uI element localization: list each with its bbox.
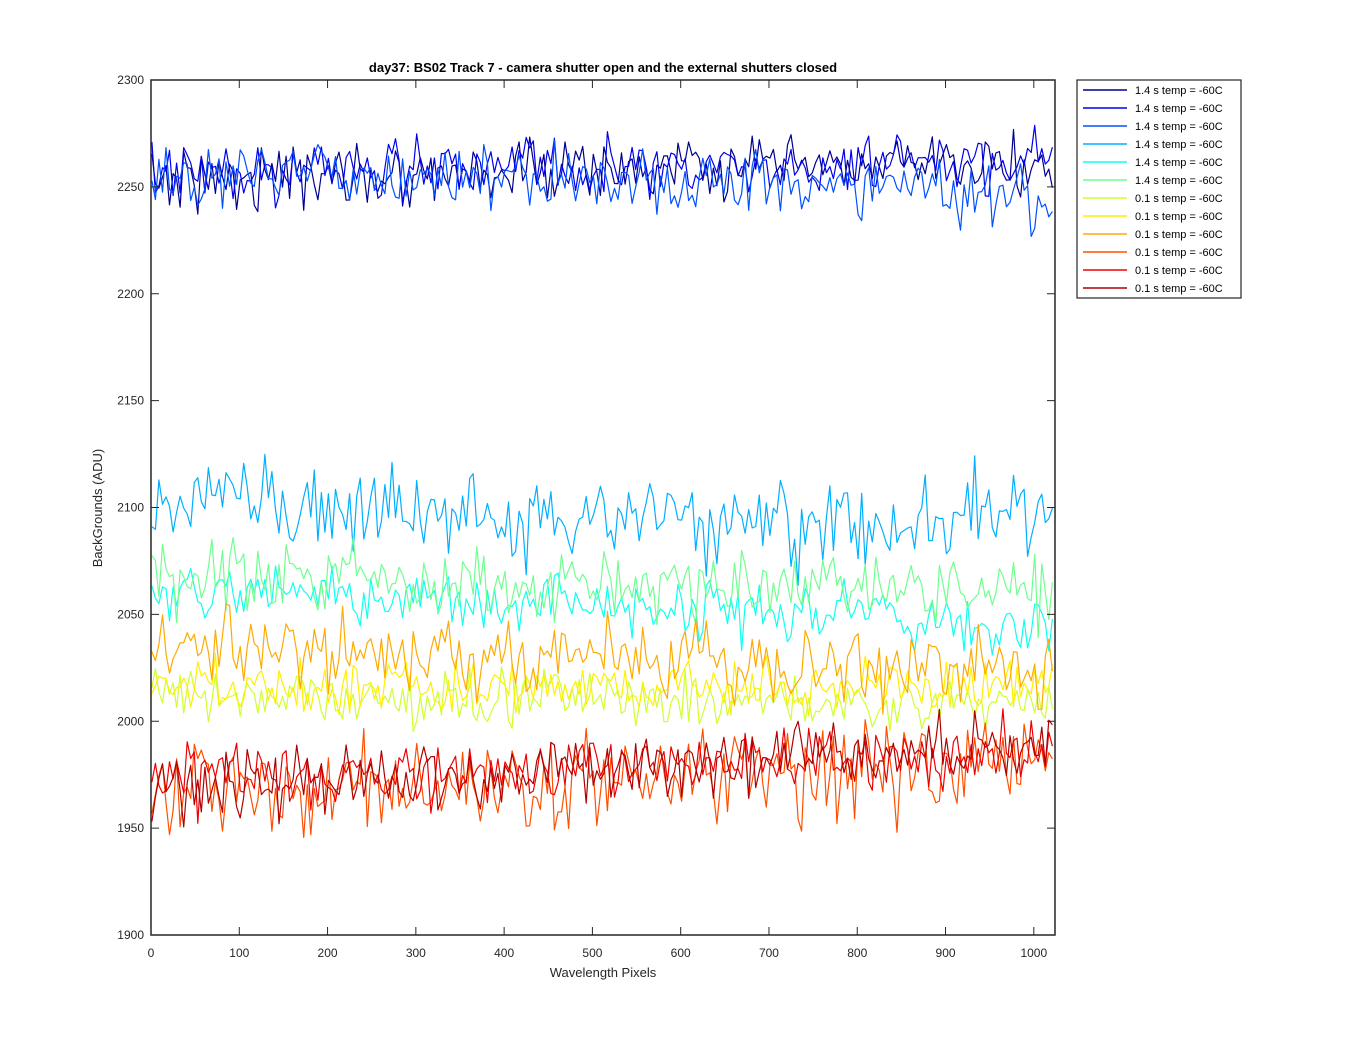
legend-label: 1.4 s temp = -60C	[1135, 121, 1223, 133]
x-tick-label: 700	[759, 946, 779, 960]
legend-label: 1.4 s temp = -60C	[1135, 85, 1223, 97]
x-tick-label: 0	[148, 946, 155, 960]
plot-area	[151, 80, 1055, 935]
legend-label: 0.1 s temp = -60C	[1135, 265, 1223, 277]
chart-title: day37: BS02 Track 7 - camera shutter ope…	[369, 60, 837, 75]
legend-label: 1.4 s temp = -60C	[1135, 139, 1223, 151]
x-tick-label: 500	[582, 946, 602, 960]
y-axis-title: BackGrounds (ADU)	[90, 449, 105, 567]
x-tick-label: 100	[229, 946, 249, 960]
y-tick-label: 2200	[117, 287, 144, 301]
y-tick-label: 2150	[117, 394, 144, 408]
legend-label: 0.1 s temp = -60C	[1135, 283, 1223, 295]
y-tick-label: 2050	[117, 607, 144, 621]
y-tick-label: 1950	[117, 821, 144, 835]
x-tick-label: 200	[318, 946, 338, 960]
legend-label: 1.4 s temp = -60C	[1135, 157, 1223, 169]
x-tick-label: 300	[406, 946, 426, 960]
legend-label: 0.1 s temp = -60C	[1135, 247, 1223, 259]
legend: 1.4 s temp = -60C 1.4 s temp = -60C 1.4 s …	[1076, 79, 1242, 299]
y-tick-label: 2300	[117, 73, 144, 87]
legend-label: 0.1 s temp = -60C	[1135, 211, 1223, 223]
legend-label: 0.1 s temp = -60C	[1135, 229, 1223, 241]
x-tick-label: 600	[671, 946, 691, 960]
y-tick-label: 2100	[117, 501, 144, 515]
legend-label: 0.1 s temp = -60C	[1135, 193, 1223, 205]
y-tick-label: 1900	[117, 928, 144, 942]
x-tick-label: 400	[494, 946, 514, 960]
x-axis-title: Wavelength Pixels	[550, 965, 657, 980]
figure: day37: BS02 Track 7 - camera shutter ope…	[0, 0, 1350, 1050]
y-tick-label: 2000	[117, 714, 144, 728]
y-tick-label: 2250	[117, 180, 144, 194]
x-tick-label: 900	[936, 946, 956, 960]
x-tick-label: 800	[847, 946, 867, 960]
legend-label: 1.4 s temp = -60C	[1135, 103, 1223, 115]
legend-label: 1.4 s temp = -60C	[1135, 175, 1223, 187]
x-tick-label: 1000	[1020, 946, 1047, 960]
